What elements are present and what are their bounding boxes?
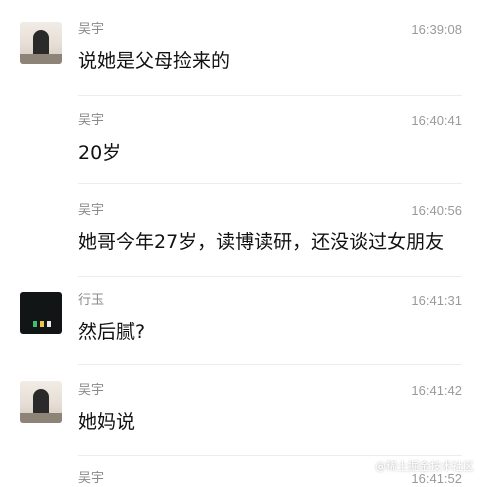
- message-divider: [78, 276, 462, 277]
- watermark: @稀土掘金技术社区: [375, 460, 474, 473]
- avatar-figure: [47, 321, 51, 327]
- message-time: 16:40:41: [411, 113, 462, 128]
- sender-avatar[interactable]: [20, 292, 62, 334]
- sender-name: 吴宇: [78, 471, 105, 486]
- sender-avatar[interactable]: [20, 22, 62, 64]
- message-divider: [78, 95, 462, 96]
- sender-name: 吴宇: [78, 383, 105, 398]
- message-time: 16:39:08: [411, 22, 462, 37]
- message-time: 16:40:56: [411, 203, 462, 218]
- avatar-floor: [20, 413, 62, 423]
- avatar-floor: [20, 54, 62, 64]
- message-divider: [78, 364, 462, 365]
- sender-avatar[interactable]: [20, 381, 62, 423]
- message-divider: [78, 455, 462, 456]
- message-divider: [78, 183, 462, 184]
- sender-name: 行玉: [78, 293, 105, 308]
- message-text[interactable]: 然后腻?: [78, 320, 145, 344]
- sender-name: 吴宇: [78, 22, 105, 37]
- message-text[interactable]: 她哥今年27岁，读博读研，还没谈过女朋友: [78, 230, 444, 254]
- message-time: 16:41:31: [411, 293, 462, 308]
- message-text[interactable]: 她妈说: [78, 410, 135, 434]
- chat-history: 吴宇 16:39:08 说她是父母捡来的 吴宇 16:40:41 20岁 吴宇 …: [0, 0, 480, 486]
- message-time: 16:41:42: [411, 383, 462, 398]
- avatar-figure: [40, 321, 44, 327]
- avatar-figure: [33, 321, 37, 327]
- message-text[interactable]: 20岁: [78, 141, 121, 165]
- sender-name: 吴宇: [78, 113, 105, 128]
- message-text[interactable]: 说她是父母捡来的: [78, 49, 230, 73]
- sender-name: 吴宇: [78, 203, 105, 218]
